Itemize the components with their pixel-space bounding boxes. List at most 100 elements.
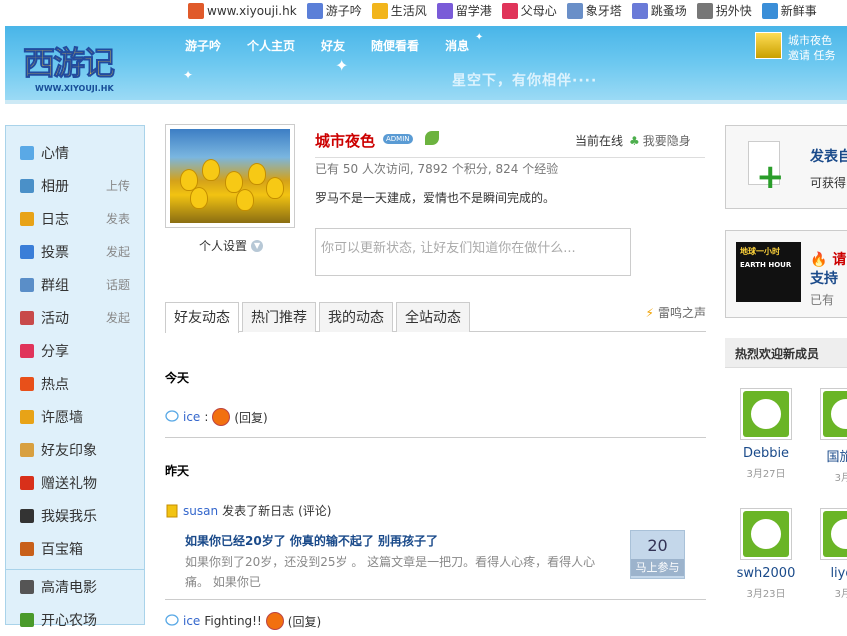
member-name[interactable]: Debbie (733, 446, 799, 461)
profile-username[interactable]: 城市夜色 (315, 130, 375, 151)
new-member[interactable]: 国旅留 3月2 (813, 388, 847, 484)
top-link-label: 留学港 (455, 4, 492, 18)
post-title[interactable]: 发表自 (810, 146, 847, 166)
personal-settings-link[interactable]: 个人设置 ▼ (199, 237, 264, 254)
feed-sep: : (204, 410, 209, 424)
top-link-8[interactable]: 新鲜事 (761, 2, 817, 19)
top-link-6[interactable]: 跳蚤场 (631, 2, 687, 19)
sidebar-item-items-5[interactable]: 活动 发起 (6, 301, 144, 334)
treasure-box-icon (20, 541, 34, 556)
sidebar-item-items-11[interactable]: 我娱我乐 (6, 499, 144, 532)
member-avatar[interactable] (820, 508, 847, 560)
book-icon (371, 2, 388, 19)
new-members-header: 热烈欢迎新成员 (725, 338, 847, 368)
tab-0[interactable]: 好友动态 (165, 302, 239, 333)
post-blog-panel[interactable]: + 发表自 可获得 (725, 125, 847, 209)
sidebar-item-items-6[interactable]: 分享 (6, 334, 144, 367)
logo-text: 西游记 (22, 44, 115, 83)
notebook-icon (20, 211, 34, 226)
top-link-5[interactable]: 象牙塔 (566, 2, 622, 19)
blog-excerpt: 如果你到了20岁，还没到25岁 。 这篇文章是一把刀。看得人心疼，看得人心痛。 … (185, 555, 596, 589)
feed-text: Fighting!! (204, 614, 262, 628)
reply-link[interactable]: (回复) (288, 613, 321, 630)
top-link-1[interactable]: 游子吟 (306, 2, 362, 19)
sidebar-item-items2-1[interactable]: 开心农场 (6, 603, 144, 636)
book-icon (306, 2, 323, 19)
sidebar-item-label: 高清电影 (41, 579, 97, 596)
sidebar-item-action[interactable]: 发表 (106, 210, 130, 227)
sidebar-item-action[interactable]: 上传 (106, 177, 130, 194)
sidebar-item-items-9[interactable]: 好友印象 (6, 433, 144, 466)
new-member[interactable]: swh2000 3月23日 (733, 508, 799, 600)
thunder-link[interactable]: ⚡ 雷鸣之声 (646, 304, 706, 321)
top-link-7[interactable]: 拐外快 (696, 2, 752, 19)
go-invisible-link[interactable]: ♣ 我要隐身 (629, 132, 691, 149)
blog-title-link[interactable]: 如果你已经20岁了 你真的输不起了 别再孩子了 (185, 532, 438, 549)
member-name[interactable]: liyon (813, 566, 847, 581)
vote-participate-button[interactable]: 20 马上参与 (630, 530, 685, 579)
nav-item-0[interactable]: 游子吟 (185, 37, 221, 54)
cow-icon (20, 508, 34, 523)
divider (165, 599, 706, 600)
nav-item-2[interactable]: 好友 (321, 37, 345, 54)
feed-user-link[interactable]: ice (183, 410, 200, 424)
member-avatar[interactable] (740, 388, 792, 440)
earth-hour-subtitle: EARTH HOUR (740, 261, 792, 269)
sidebar-item-label: 我娱我乐 (41, 508, 97, 525)
nav-item-4[interactable]: 消息 (445, 37, 469, 54)
chevron-down-icon: ▼ (251, 239, 264, 252)
new-member[interactable]: Debbie 3月27日 (733, 388, 799, 480)
reply-link[interactable]: (回复) (234, 409, 267, 426)
sidebar-item-items-0[interactable]: 心情 (6, 136, 144, 169)
sidebar-item-items2-0[interactable]: 高清电影 (6, 570, 144, 603)
status-input[interactable]: 你可以更新状态, 让好友们知道你在做什么... (315, 228, 631, 276)
nav-item-3[interactable]: 随便看看 (371, 37, 419, 54)
sidebar-item-label: 投票 (41, 244, 69, 261)
sidebar-item-action[interactable]: 发起 (106, 243, 130, 260)
comment-link[interactable]: (评论) (298, 502, 331, 519)
sidebar-item-items-4[interactable]: 群组 话题 (6, 268, 144, 301)
settings-label: 个人设置 (199, 239, 248, 253)
member-name[interactable]: 国旅留 (813, 446, 847, 465)
flame-icon (20, 376, 34, 391)
sidebar-item-items-7[interactable]: 热点 (6, 367, 144, 400)
top-link-0[interactable]: www.xiyouji.hk (188, 2, 297, 19)
tab-1[interactable]: 热门推荐 (242, 302, 316, 332)
member-avatar[interactable] (820, 388, 847, 440)
header-avatar[interactable] (755, 32, 782, 59)
earth-hour-banner[interactable]: 地球一小时 EARTH HOUR (736, 242, 801, 302)
header-username[interactable]: 城市夜色 (788, 32, 832, 48)
feed-user-link[interactable]: ice (183, 614, 200, 628)
sidebar-item-items-1[interactable]: 相册 上传 (6, 169, 144, 202)
tab-2[interactable]: 我的动态 (319, 302, 393, 332)
sidebar-item-action[interactable]: 发起 (106, 309, 130, 326)
sidebar-item-items-12[interactable]: 百宝箱 (6, 532, 144, 565)
sidebar-item-items-3[interactable]: 投票 发起 (6, 235, 144, 268)
member-join-date: 3月23日 (746, 589, 786, 600)
top-link-3[interactable]: 留学港 (436, 2, 492, 19)
top-link-4[interactable]: 父母心 (501, 2, 557, 19)
top-link-2[interactable]: 生活风 (371, 2, 427, 19)
sidebar-item-items-8[interactable]: 许愿墙 (6, 400, 144, 433)
sidebar-item-label: 分享 (41, 343, 69, 360)
flame-icon-title[interactable]: 🔥 请 (810, 249, 846, 269)
sidebar-item-label: 许愿墙 (41, 409, 83, 426)
profile-avatar[interactable] (165, 124, 295, 228)
sidebar-item-items-10[interactable]: 赠送礼物 (6, 466, 144, 499)
earth-title2[interactable]: 支持 (810, 268, 838, 288)
new-member[interactable]: liyon 3月2 (813, 508, 847, 600)
sidebar-item-label: 心情 (41, 145, 69, 162)
member-name[interactable]: swh2000 (733, 566, 799, 581)
top-link-label: 生活风 (390, 4, 427, 18)
clover-icon: ♣ (629, 133, 640, 148)
tab-3[interactable]: 全站动态 (396, 302, 470, 332)
member-avatar[interactable] (740, 508, 792, 560)
feed-user-link[interactable]: susan (183, 504, 218, 518)
header-user-links[interactable]: 邀请 任务 (788, 47, 836, 63)
sidebar-item-items-2[interactable]: 日志 发表 (6, 202, 144, 235)
smiley-icon (265, 612, 284, 630)
nav-item-1[interactable]: 个人主页 (247, 37, 295, 54)
sidebar-item-action[interactable]: 话题 (106, 276, 130, 293)
site-logo[interactable]: 西游记 WWW.XIYOUJI.HK (15, 34, 150, 96)
default-avatar-icon (823, 391, 847, 437)
